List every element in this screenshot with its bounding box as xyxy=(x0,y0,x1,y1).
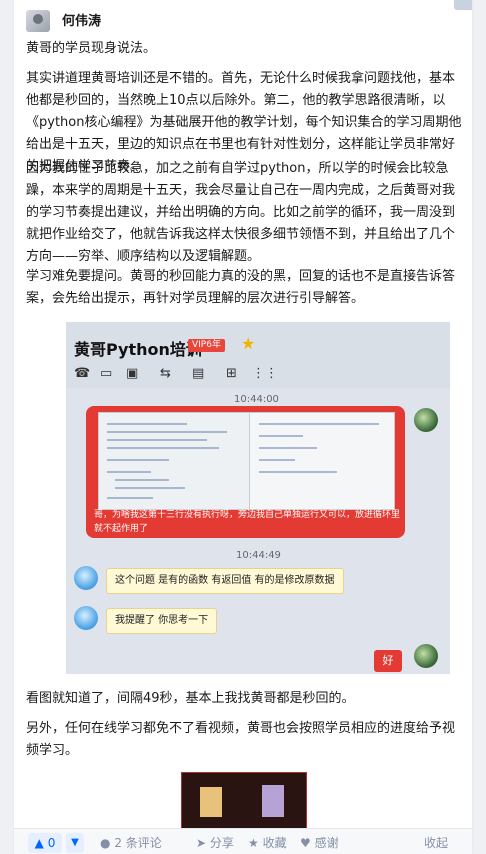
paragraph-3: 因为我的性子比较急，加之之前有自学过python，所以学的时候会比较急躁，本来学… xyxy=(26,161,456,264)
phone-icon: ☎ xyxy=(74,366,91,381)
share-icon: ➤ xyxy=(196,836,207,850)
answer-header: 何伟涛 xyxy=(14,0,472,36)
teacher-reply-2: 我提醒了 你思考一下 xyxy=(106,608,218,634)
collapse-label: 收起 xyxy=(424,836,449,850)
code-editor-pane xyxy=(99,413,250,509)
thanks-label: 感谢 xyxy=(314,836,339,850)
collapse-button[interactable]: 收起 xyxy=(424,833,448,853)
teacher-reply-1: 这个问题 是有的函数 有返回值 有的是修改原数据 xyxy=(106,568,344,594)
star-icon: ★ xyxy=(248,836,259,850)
monitor-icon: ▤ xyxy=(192,366,205,381)
vip-badge: VIP6年 xyxy=(188,339,225,352)
avatar[interactable] xyxy=(26,10,50,32)
transfer-icon: ⇆ xyxy=(160,366,171,381)
chat-header: 黄哥Python培训 VIP6年 ★ ☎ ▭ ▣ ⇆ ▤ ⊞ ⋮⋮ xyxy=(66,322,450,388)
chat-screenshot-image: 黄哥Python培训 VIP6年 ★ ☎ ▭ ▣ ⇆ ▤ ⊞ ⋮⋮ 10:44:… xyxy=(66,322,450,674)
corner-tab xyxy=(454,0,472,10)
star-icon: ★ xyxy=(241,334,256,353)
good-sticker: 好 xyxy=(374,650,402,672)
paragraph-4: 学习难免要提问。黄哥的秒回能力真的没的黑，回复的话也不是直接告诉答案，会先给出提… xyxy=(26,269,456,306)
upvote-icon: ▲ xyxy=(34,836,44,850)
upvote-count: 0 xyxy=(47,836,56,850)
downvote-icon: ▼ xyxy=(71,837,79,848)
thanks-button[interactable]: ♥ 感谢 xyxy=(300,833,339,853)
upvote-button[interactable]: ▲ 0 xyxy=(28,833,62,853)
chat-title: 黄哥Python培训 xyxy=(74,340,202,359)
author-name[interactable]: 何伟涛 xyxy=(62,10,101,29)
favorite-button[interactable]: ★ 收藏 xyxy=(248,833,287,853)
comments-button[interactable]: ● 2 条评论 xyxy=(100,833,162,853)
chat-timestamp-1: 10:44:00 xyxy=(234,394,279,405)
chat-timestamp-2: 10:44:49 xyxy=(236,550,281,561)
video-thumbnail-image xyxy=(181,772,307,832)
code-screenshot xyxy=(98,412,395,510)
teacher-avatar xyxy=(74,566,98,590)
teacher-avatar xyxy=(74,606,98,630)
video-icon: ▭ xyxy=(100,366,113,381)
downvote-button[interactable]: ▼ xyxy=(66,833,84,853)
answer-action-bar: ▲ 0 ▼ ● 2 条评论 ➤ 分享 ★ 收藏 ♥ 感谢 收起 xyxy=(14,828,472,854)
apps-icon: ⋮⋮ xyxy=(252,366,278,381)
student-avatar xyxy=(414,408,438,432)
answer-card: 何伟涛 黄哥的学员现身说法。 其实讲道理黄哥培训还是不错的。首先，无论什么时候我… xyxy=(14,0,472,854)
heart-icon: ♥ xyxy=(300,836,311,850)
screen-share-icon: ▣ xyxy=(126,366,139,381)
comment-icon: ● xyxy=(100,836,111,850)
add-icon: ⊞ xyxy=(226,366,237,381)
share-button[interactable]: ➤ 分享 xyxy=(196,833,234,853)
student-avatar xyxy=(414,644,438,668)
student-message-bubble: 哥，为啥我这第十三行没有执行呀，旁边我自己单独运行又可以，放进循环里就不起作用了 xyxy=(86,406,405,538)
student-message-text: 哥，为啥我这第十三行没有执行呀，旁边我自己单独运行又可以，放进循环里就不起作用了 xyxy=(94,510,401,534)
favorite-label: 收藏 xyxy=(262,836,287,850)
comments-label: 2 条评论 xyxy=(114,836,162,850)
paragraph-5: 看图就知道了，间隔49秒，基本上我找黄哥都是秒回的。 xyxy=(26,691,355,706)
paragraph-1: 黄哥的学员现身说法。 xyxy=(26,41,157,56)
paragraph-6: 另外，任何在线学习都免不了看视频，黄哥也会按照学员相应的进度给予视频学习。 xyxy=(26,721,456,758)
share-label: 分享 xyxy=(209,836,234,850)
